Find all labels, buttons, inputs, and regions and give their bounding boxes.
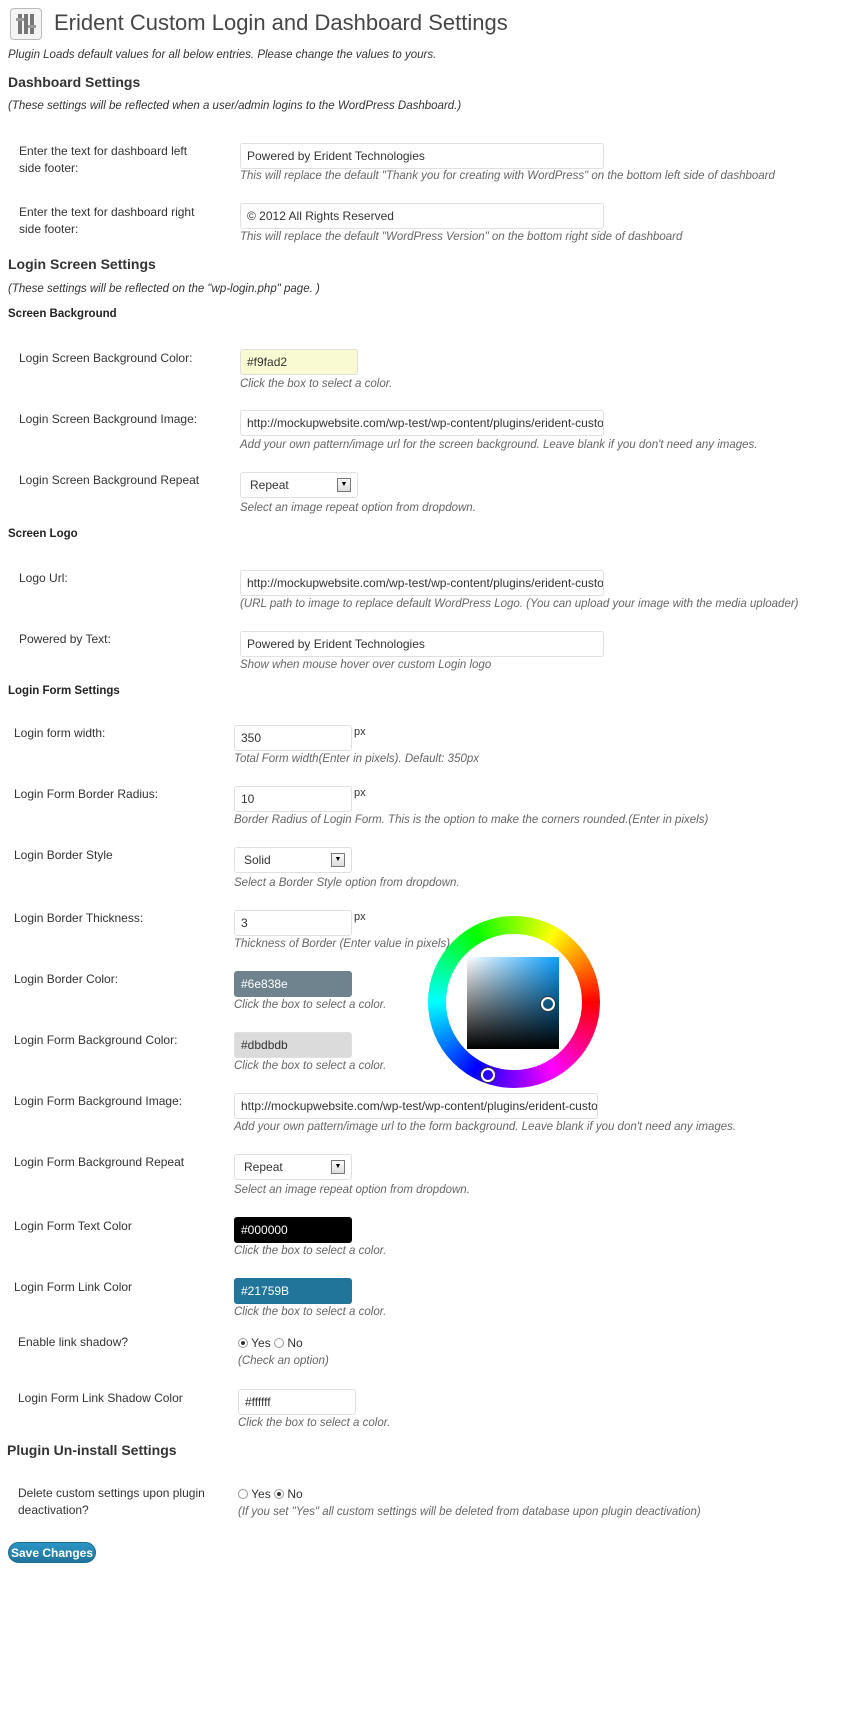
- link-shadow-label: Enable link shadow?: [18, 1335, 129, 1349]
- login-form-heading: Login Form Settings: [8, 685, 120, 697]
- screen-bg-image-desc: Add your own pattern/image url for the s…: [240, 439, 758, 451]
- shadow-color-input[interactable]: #ffffff: [238, 1389, 356, 1415]
- form-bg-image-desc: Add your own pattern/image url to the fo…: [234, 1121, 737, 1133]
- right-footer-desc: This will replace the default "WordPress…: [240, 231, 683, 243]
- screen-bg-color-desc: Click the box to select a color.: [240, 378, 393, 390]
- left-footer-desc: This will replace the default "Thank you…: [240, 170, 775, 182]
- chevron-down-icon: ▼: [337, 478, 351, 492]
- shadow-color-label: Login Form Link Shadow Color: [18, 1391, 183, 1405]
- link-color-input[interactable]: #21759B: [234, 1278, 352, 1304]
- uninstall-no-label: No: [287, 1487, 303, 1501]
- screen-logo-heading: Screen Logo: [8, 528, 78, 540]
- screen-bg-repeat-label: Login Screen Background Repeat: [19, 473, 200, 487]
- plugin-settings-icon: [10, 8, 42, 40]
- form-radius-input[interactable]: 10: [234, 786, 352, 812]
- screen-bg-color-label: Login Screen Background Color:: [19, 351, 193, 365]
- uninstall-label: Delete custom settings upon plugin deact…: [18, 1486, 205, 1517]
- form-bg-color-input[interactable]: #dbdbdb: [234, 1032, 352, 1058]
- right-footer-label: Enter the text for dashboard right side …: [19, 205, 195, 236]
- link-color-label: Login Form Link Color: [14, 1280, 133, 1294]
- border-style-desc: Select a Border Style option from dropdo…: [234, 877, 460, 889]
- link-shadow-no-label: No: [287, 1336, 303, 1350]
- left-footer-input[interactable]: Powered by Erident Technologies: [240, 143, 604, 169]
- border-thickness-input[interactable]: 3: [234, 910, 352, 936]
- form-width-label: Login form width:: [14, 726, 106, 740]
- link-shadow-yes-radio[interactable]: [238, 1338, 248, 1348]
- form-width-input[interactable]: 350: [234, 725, 352, 751]
- text-color-input[interactable]: #000000: [234, 1217, 352, 1243]
- form-bg-image-label: Login Form Background Image:: [14, 1094, 183, 1108]
- screen-bg-repeat-desc: Select an image repeat option from dropd…: [240, 502, 476, 514]
- form-width-unit: px: [354, 726, 366, 738]
- color-picker[interactable]: [428, 916, 600, 1088]
- powered-text-label: Powered by Text:: [19, 632, 111, 646]
- form-bg-image-input[interactable]: http://mockupwebsite.com/wp-test/wp-cont…: [234, 1093, 598, 1119]
- chevron-down-icon: ▼: [331, 1160, 345, 1174]
- form-bg-repeat-desc: Select an image repeat option from dropd…: [234, 1184, 470, 1196]
- login-screen-heading: Login Screen Settings: [8, 256, 156, 272]
- uninstall-yes-label: Yes: [251, 1487, 271, 1501]
- form-bg-repeat-label: Login Form Background Repeat: [14, 1155, 185, 1169]
- border-color-desc: Click the box to select a color.: [234, 999, 387, 1011]
- border-color-label: Login Border Color:: [14, 972, 119, 986]
- uninstall-no-radio[interactable]: [274, 1489, 285, 1499]
- powered-text-desc: Show when mouse hover over custom Login …: [240, 659, 492, 671]
- text-color-label: Login Form Text Color: [14, 1219, 132, 1233]
- form-bg-color-label: Login Form Background Color:: [14, 1033, 178, 1047]
- form-radius-desc: Border Radius of Login Form. This is the…: [234, 814, 709, 826]
- form-radius-unit: px: [354, 787, 366, 799]
- dashboard-settings-heading: Dashboard Settings: [8, 74, 141, 90]
- left-footer-label: Enter the text for dashboard left side f…: [19, 144, 188, 175]
- logo-url-desc: (URL path to image to replace default Wo…: [240, 598, 799, 610]
- screen-bg-color-input[interactable]: #f9fad2: [240, 349, 358, 375]
- form-bg-repeat-value: Repeat: [244, 1160, 283, 1174]
- link-shadow-desc: (Check an option): [238, 1355, 329, 1367]
- logo-url-input[interactable]: http://mockupwebsite.com/wp-test/wp-cont…: [240, 570, 604, 596]
- form-bg-repeat-select[interactable]: Repeat ▼: [234, 1154, 352, 1180]
- powered-text-input[interactable]: Powered by Erident Technologies: [240, 631, 604, 657]
- uninstall-desc: (If you set "Yes" all custom settings wi…: [238, 1506, 701, 1518]
- text-color-desc: Click the box to select a color.: [234, 1245, 387, 1257]
- login-screen-note: (These settings will be reflected on the…: [8, 283, 320, 295]
- form-bg-color-desc: Click the box to select a color.: [234, 1060, 387, 1072]
- border-style-select[interactable]: Solid ▼: [234, 847, 352, 873]
- page-title: Erident Custom Login and Dashboard Setti…: [54, 10, 508, 35]
- chevron-down-icon: ▼: [331, 853, 345, 867]
- border-color-input[interactable]: #6e838e: [234, 971, 352, 997]
- screen-bg-repeat-value: Repeat: [250, 478, 289, 492]
- link-shadow-options: Yes No: [238, 1335, 303, 1352]
- border-thickness-label: Login Border Thickness:: [14, 911, 144, 925]
- link-color-desc: Click the box to select a color.: [234, 1306, 387, 1318]
- intro-text: Plugin Loads default values for all belo…: [8, 49, 437, 61]
- color-hue-marker[interactable]: [481, 1068, 495, 1082]
- uninstall-heading: Plugin Un-install Settings: [7, 1442, 177, 1458]
- border-thickness-unit: px: [354, 911, 366, 923]
- link-shadow-no-radio[interactable]: [274, 1338, 285, 1348]
- shadow-color-desc: Click the box to select a color.: [238, 1417, 391, 1429]
- screen-bg-repeat-select[interactable]: Repeat ▼: [240, 472, 358, 498]
- right-footer-input[interactable]: © 2012 All Rights Reserved: [240, 203, 604, 229]
- uninstall-options: Yes No: [238, 1486, 303, 1503]
- save-changes-button[interactable]: Save Changes: [8, 1542, 96, 1563]
- color-square-marker[interactable]: [541, 997, 555, 1011]
- form-radius-label: Login Form Border Radius:: [14, 787, 159, 801]
- border-style-value: Solid: [244, 853, 271, 867]
- border-thickness-desc: Thickness of Border (Enter value in pixe…: [234, 938, 451, 950]
- uninstall-yes-radio[interactable]: [238, 1489, 248, 1499]
- screen-background-heading: Screen Background: [8, 308, 117, 320]
- link-shadow-yes-label: Yes: [251, 1336, 271, 1350]
- border-style-label: Login Border Style: [14, 848, 113, 862]
- screen-bg-image-input[interactable]: http://mockupwebsite.com/wp-test/wp-cont…: [240, 410, 604, 436]
- dashboard-settings-note: (These settings will be reflected when a…: [8, 100, 462, 112]
- form-width-desc: Total Form width(Enter in pixels). Defau…: [234, 753, 480, 765]
- logo-url-label: Logo Url:: [19, 571, 68, 585]
- screen-bg-image-label: Login Screen Background Image:: [19, 412, 198, 426]
